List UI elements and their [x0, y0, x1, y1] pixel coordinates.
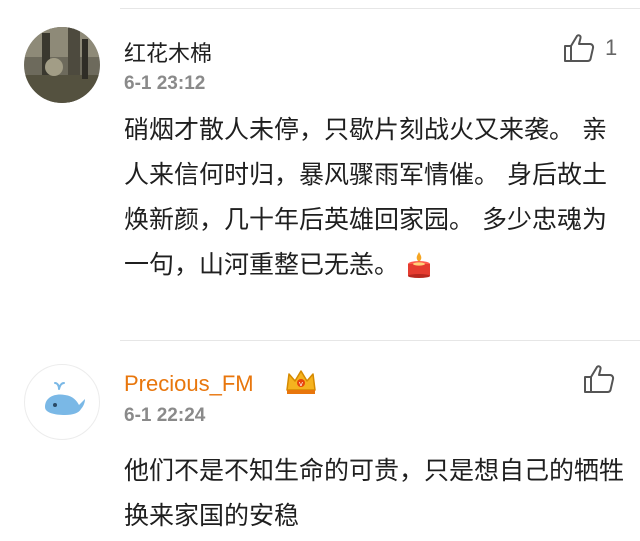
svg-text:v: v — [299, 380, 303, 388]
username[interactable]: Precious_FM — [124, 371, 254, 397]
avatar-photo-icon — [24, 27, 100, 103]
comment-item: Precious_FM v 6-1 22:24 他们不是不知生命的可贵，只是想自… — [0, 341, 640, 541]
username[interactable]: 红花木棉 — [124, 36, 212, 68]
comment-item: 红花木棉 6-1 23:12 1 硝烟才散人未停，只歇片刻战火又来袭。 亲人来信… — [0, 0, 640, 340]
comment-text: 硝烟才散人未停，只歇片刻战火又来袭。 亲人来信何时归，暴风骤雨军情催。 身后故土… — [124, 107, 624, 287]
comment-text: 他们不是不知生命的可贵，只是想自己的牺牲换来家国的安稳 — [124, 448, 624, 538]
like-button[interactable]: 1 — [563, 33, 617, 63]
crown-vip-icon[interactable]: v — [284, 368, 318, 396]
like-count: 1 — [605, 35, 618, 60]
thumbs-up-icon — [584, 365, 615, 393]
timestamp: 6-1 22:24 — [124, 405, 206, 426]
whale-icon — [45, 382, 85, 415]
thumbs-up-icon — [564, 34, 595, 62]
comment-body: 他们不是不知生命的可贵，只是想自己的牺牲换来家国的安稳 — [124, 456, 625, 530]
avatar[interactable] — [24, 27, 100, 103]
timestamp: 6-1 23:12 — [124, 73, 206, 94]
candle-icon — [405, 247, 433, 278]
comment-body: 硝烟才散人未停，只歇片刻战火又来袭。 亲人来信何时归，暴风骤雨军情催。 身后故土… — [124, 115, 607, 279]
avatar[interactable] — [24, 364, 100, 440]
like-button[interactable] — [583, 364, 615, 394]
